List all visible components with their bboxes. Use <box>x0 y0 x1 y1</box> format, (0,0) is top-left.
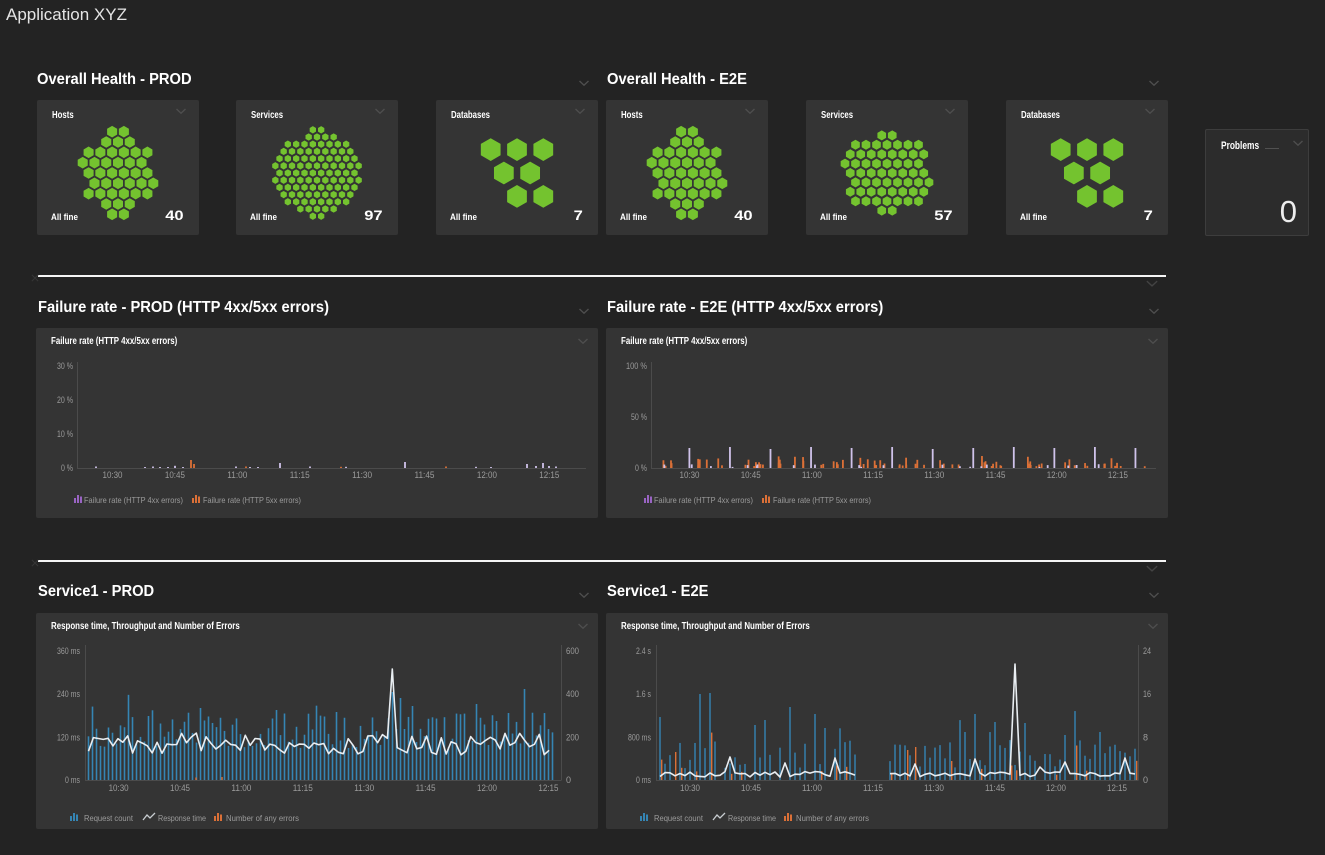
svg-text:0 %: 0 % <box>635 463 647 473</box>
svg-text:11:45: 11:45 <box>416 783 436 793</box>
svg-text:12:15: 12:15 <box>1108 470 1128 480</box>
svg-text:0 ms: 0 ms <box>65 775 80 785</box>
svg-text:600: 600 <box>566 646 579 656</box>
svg-text:100 %: 100 % <box>626 361 647 371</box>
svg-text:Response time: Response time <box>158 813 206 823</box>
svg-text:12:00: 12:00 <box>1046 783 1066 793</box>
svg-text:11:30: 11:30 <box>352 470 372 480</box>
svg-text:10:45: 10:45 <box>741 783 761 793</box>
svg-text:Failure rate (HTTP 4xx errors): Failure rate (HTTP 4xx errors) <box>84 495 183 505</box>
svg-text:11:30: 11:30 <box>924 470 944 480</box>
svg-text:12:15: 12:15 <box>538 783 558 793</box>
svg-text:800 ms: 800 ms <box>628 733 651 743</box>
svg-text:400: 400 <box>566 689 579 699</box>
svg-text:Response time: Response time <box>728 813 776 823</box>
svg-text:50 %: 50 % <box>631 412 647 422</box>
svg-text:11:15: 11:15 <box>863 470 883 480</box>
svg-text:11:30: 11:30 <box>924 783 944 793</box>
svg-text:0 ms: 0 ms <box>636 775 651 785</box>
svg-text:10:45: 10:45 <box>165 470 185 480</box>
svg-text:Failure rate (HTTP 5xx errors): Failure rate (HTTP 5xx errors) <box>773 495 871 505</box>
svg-text:12:00: 12:00 <box>1047 470 1067 480</box>
svg-text:0 %: 0 % <box>61 463 73 473</box>
svg-text:24: 24 <box>1143 646 1151 656</box>
svg-text:12:15: 12:15 <box>539 470 559 480</box>
svg-text:30 %: 30 % <box>57 361 73 371</box>
svg-text:10:45: 10:45 <box>170 783 190 793</box>
svg-text:12:00: 12:00 <box>477 470 497 480</box>
svg-text:11:30: 11:30 <box>354 783 374 793</box>
svg-text:Number of any errors: Number of any errors <box>796 813 869 823</box>
svg-text:10:30: 10:30 <box>680 783 700 793</box>
svg-text:11:00: 11:00 <box>231 783 251 793</box>
svg-text:Request count: Request count <box>654 813 704 823</box>
svg-text:16: 16 <box>1143 689 1151 699</box>
svg-text:2.4 s: 2.4 s <box>636 646 651 656</box>
svg-text:11:15: 11:15 <box>290 470 310 480</box>
svg-text:12:00: 12:00 <box>477 783 497 793</box>
svg-text:120 ms: 120 ms <box>57 733 80 743</box>
svg-text:11:15: 11:15 <box>863 783 883 793</box>
svg-text:10:30: 10:30 <box>680 470 700 480</box>
svg-text:11:45: 11:45 <box>986 470 1006 480</box>
svg-text:12:15: 12:15 <box>1107 783 1127 793</box>
svg-text:11:00: 11:00 <box>227 470 247 480</box>
svg-text:8: 8 <box>1143 733 1148 743</box>
svg-text:Failure rate (HTTP 4xx errors): Failure rate (HTTP 4xx errors) <box>654 495 753 505</box>
svg-text:10:30: 10:30 <box>103 470 123 480</box>
svg-text:20 %: 20 % <box>57 395 73 405</box>
svg-text:Failure rate (HTTP 5xx errors): Failure rate (HTTP 5xx errors) <box>203 495 301 505</box>
svg-text:0: 0 <box>1143 775 1148 785</box>
svg-text:11:45: 11:45 <box>985 783 1005 793</box>
svg-text:0: 0 <box>566 775 571 785</box>
svg-text:10:30: 10:30 <box>109 783 129 793</box>
svg-text:10:45: 10:45 <box>741 470 761 480</box>
svg-text:10 %: 10 % <box>57 429 73 439</box>
svg-text:11:00: 11:00 <box>802 470 822 480</box>
svg-text:360 ms: 360 ms <box>57 646 80 656</box>
svg-text:Request count: Request count <box>84 813 134 823</box>
svg-text:Number of any errors: Number of any errors <box>226 813 299 823</box>
svg-text:240 ms: 240 ms <box>57 689 80 699</box>
svg-text:1.6 s: 1.6 s <box>636 689 651 699</box>
svg-text:11:15: 11:15 <box>293 783 313 793</box>
svg-text:200: 200 <box>566 733 579 743</box>
svg-text:11:00: 11:00 <box>802 783 822 793</box>
svg-text:11:45: 11:45 <box>415 470 435 480</box>
